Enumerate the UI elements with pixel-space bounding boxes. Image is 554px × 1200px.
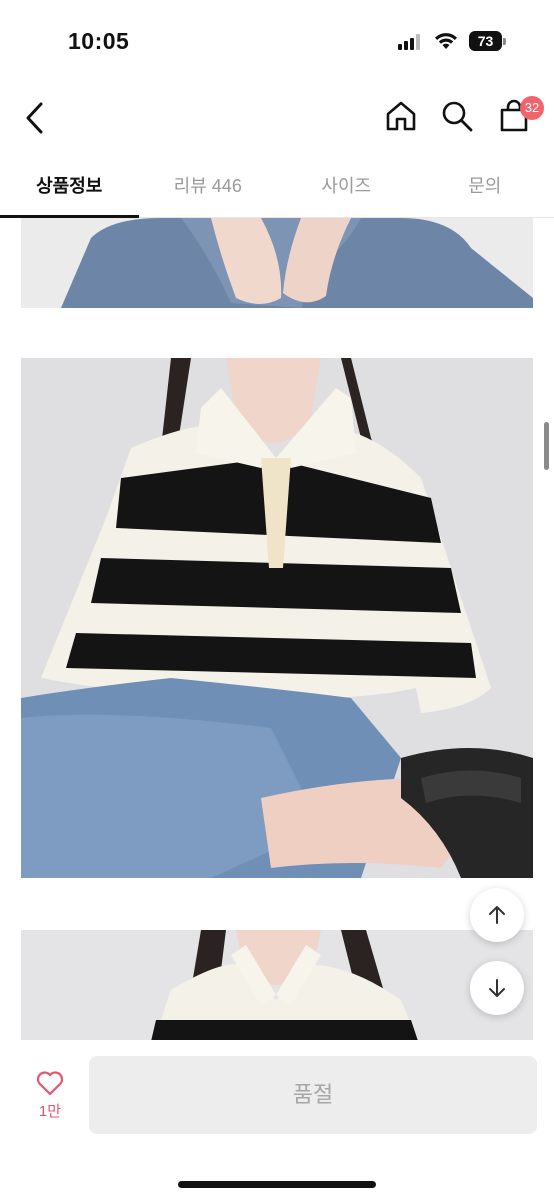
cellular-signal-icon xyxy=(398,34,424,50)
status-bar: 10:05 73 xyxy=(0,0,554,80)
tab-product-info[interactable]: 상품정보 xyxy=(0,160,139,218)
search-icon xyxy=(442,101,473,132)
product-tabs: 상품정보 리뷰 446 사이즈 문의 xyxy=(0,160,554,218)
like-count: 1만 xyxy=(38,1103,62,1120)
arrow-down-icon xyxy=(489,979,505,997)
product-image xyxy=(21,358,533,878)
product-image xyxy=(21,930,533,1040)
home-button[interactable] xyxy=(381,96,421,136)
tab-inquiry[interactable]: 문의 xyxy=(416,160,554,217)
chevron-left-icon xyxy=(26,102,43,134)
home-icon xyxy=(386,101,416,131)
wifi-icon xyxy=(434,31,458,51)
like-button[interactable]: 1만 xyxy=(24,1070,76,1130)
status-time: 10:05 xyxy=(68,28,130,54)
scrollbar[interactable] xyxy=(544,422,549,470)
home-indicator xyxy=(178,1181,376,1188)
app-header xyxy=(0,80,554,160)
scroll-to-top-button[interactable] xyxy=(470,888,524,942)
battery-level: 73 xyxy=(469,31,502,51)
cart-count-badge: 32 xyxy=(520,96,544,120)
search-button[interactable] xyxy=(437,96,477,136)
arrow-up-icon xyxy=(489,906,505,924)
back-button[interactable] xyxy=(16,94,52,142)
bottom-action-bar: 1만 품절 xyxy=(0,1040,554,1200)
scroll-to-bottom-button[interactable] xyxy=(470,961,524,1015)
sold-out-button[interactable]: 품절 xyxy=(89,1056,537,1134)
product-image xyxy=(21,218,533,308)
tab-reviews[interactable]: 리뷰 446 xyxy=(139,160,278,217)
battery-icon: 73 xyxy=(469,31,507,51)
heart-icon xyxy=(36,1071,64,1096)
tab-size[interactable]: 사이즈 xyxy=(277,160,416,217)
